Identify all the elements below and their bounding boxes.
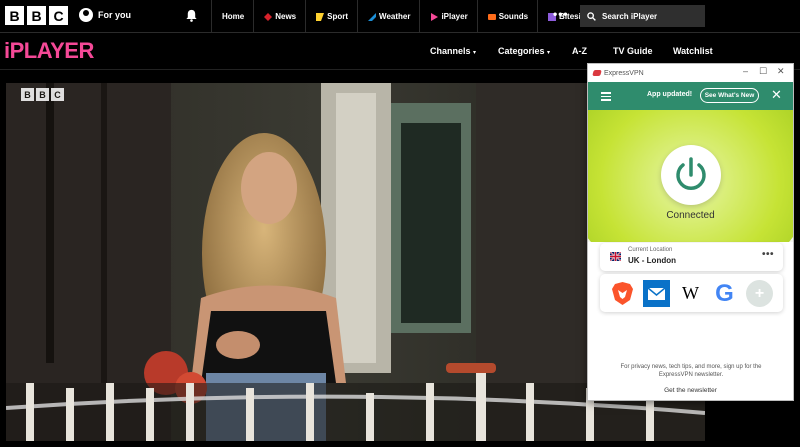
nav-weather[interactable]: Weather [357,0,419,33]
search-placeholder: Search iPlayer [602,11,658,21]
menu-label: Watchlist [673,46,713,56]
wikipedia-letter: W [682,283,699,303]
nav-label: Weather [379,12,411,21]
location-options-button[interactable]: ••• [762,249,774,260]
news-icon [264,12,273,21]
search-input[interactable]: Search iPlayer [580,5,705,27]
expressvpn-logo-icon [592,70,602,76]
vpn-hero: App updated! See What's New ✕ Connected [588,82,793,242]
app-shortcuts: W G + [600,274,783,312]
menu-label: TV Guide [613,46,653,56]
menu-tv-guide[interactable]: TV Guide [613,46,673,56]
sport-icon [316,12,325,21]
search-icon [587,11,596,21]
google-letter: G [715,279,734,307]
iplayer-icon [431,12,439,21]
for-you-label: For you [98,10,131,20]
sounds-icon [487,13,496,20]
connection-status: Connected [666,210,715,221]
newsletter-link[interactable]: Get the newsletter [588,387,793,394]
nav-label: Sport [327,12,349,21]
nav-label: News [275,12,297,21]
menu-categories[interactable]: Categories ▾ [498,46,572,56]
nav-iplayer[interactable]: iPlayer [419,0,476,33]
uk-flag-icon [610,252,621,261]
add-symbol: + [754,284,765,302]
watermark-letter: C [51,88,64,101]
nav-news[interactable]: News [253,0,305,33]
nav-home[interactable]: Home [211,0,253,33]
window-close-button[interactable]: ✕ [777,66,785,77]
notifications-bell-icon[interactable] [185,9,198,22]
nav-sport[interactable]: Sport [305,0,357,33]
expressvpn-window: ExpressVPN – ☐ ✕ App updated! See What's… [587,63,794,401]
iplayer-logo[interactable]: iPLAYER [4,38,94,64]
minimize-button[interactable]: – [743,66,748,76]
bbc-logo-letter: B [27,6,46,25]
account-icon [79,8,93,22]
menu-label: A-Z [572,46,587,56]
for-you-link[interactable]: For you [79,8,131,22]
vpn-header: App updated! See What's New ✕ [588,82,793,110]
bbc-logo-letter: C [49,6,68,25]
bbc-nav: Home News Sport Weather iPlayer Sounds B… [211,0,598,33]
nav-label: Home [222,12,245,21]
more-menu-button[interactable]: ••• [553,8,569,20]
wikipedia-icon[interactable]: W [677,280,704,307]
current-location-label: Current Location [628,247,673,253]
power-icon [676,157,706,190]
power-button[interactable] [661,145,721,205]
hamburger-menu-icon[interactable] [601,92,611,101]
weather-icon [368,12,377,21]
iplayer-menu: Channels ▾ Categories ▾ A-Z TV Guide Wat… [430,46,733,56]
mail-icon[interactable] [643,280,670,307]
see-whats-new-button[interactable]: See What's New [700,88,759,103]
watermark-letter: B [21,88,34,101]
bbc-logo[interactable]: B B C [5,6,68,25]
current-location-value: UK - London [628,256,676,265]
newsletter-text: For privacy news, tech tips, and more, s… [620,364,762,378]
bbc-logo-letter: B [5,6,24,25]
nav-label: Sounds [498,12,529,21]
menu-channels[interactable]: Channels ▾ [430,46,498,56]
maximize-button[interactable]: ☐ [759,66,767,77]
add-shortcut-icon[interactable]: + [746,280,773,307]
menu-watchlist[interactable]: Watchlist [673,46,733,56]
menu-a-z[interactable]: A-Z [572,46,613,56]
chevron-down-icon: ▾ [473,50,477,56]
close-banner-icon[interactable]: ✕ [771,88,782,101]
bbc-top-bar: B B C For you Home News Sport Weather iP… [0,0,800,33]
brave-icon[interactable] [609,280,636,307]
nav-sounds[interactable]: Sounds [476,0,537,33]
chevron-down-icon: ▾ [547,50,551,56]
menu-label: Channels [430,46,471,56]
google-icon[interactable]: G [711,280,738,307]
nav-label: iPlayer [441,12,468,21]
vpn-window-title: ExpressVPN [604,69,644,77]
video-bbc-watermark: B B C [21,88,64,101]
app-updated-text: App updated! [647,91,693,98]
vpn-titlebar: ExpressVPN – ☐ ✕ [588,64,793,82]
watermark-letter: B [36,88,49,101]
location-card[interactable]: Current Location UK - London ••• [600,243,783,271]
menu-label: Categories [498,46,545,56]
